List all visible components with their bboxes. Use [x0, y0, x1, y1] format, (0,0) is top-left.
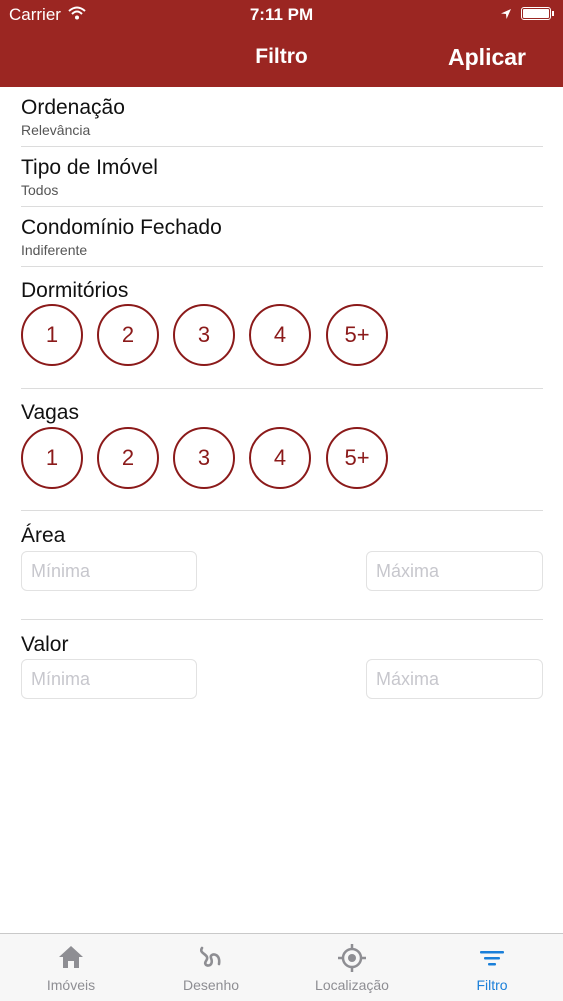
tab-label: Desenho [182, 977, 240, 993]
tab-bar: Imóveis Desenho Localização Filtro [0, 933, 563, 1001]
sort-order-label: Ordenação [21, 96, 125, 119]
status-time: 7:11 PM [249, 5, 314, 24]
divider [21, 388, 543, 389]
parking-title: Vagas [21, 401, 79, 424]
location-arrow-icon [500, 5, 512, 25]
gated-community-label: Condomínio Fechado [21, 216, 222, 239]
bedrooms-option-4[interactable]: 4 [249, 304, 311, 366]
divider [21, 619, 543, 620]
tab-filtro[interactable]: Filtro [422, 934, 562, 1001]
filter-icon [480, 951, 504, 966]
battery-icon [521, 7, 554, 20]
navigation-header: Carrier 7:11 PM Filtro Aplicar [0, 0, 563, 87]
tab-desenho[interactable]: Desenho [141, 934, 281, 1001]
apply-button[interactable]: Aplicar [448, 44, 526, 71]
area-min-input[interactable] [21, 551, 197, 591]
tab-label: Imóveis [46, 977, 96, 993]
tab-localizacao[interactable]: Localização [282, 934, 422, 1001]
price-min-input[interactable] [21, 659, 197, 699]
sort-order-row[interactable]: Ordenação Relevância [21, 96, 543, 147]
sort-order-value: Relevância [21, 122, 91, 138]
bedrooms-option-5plus[interactable]: 5+ [326, 304, 388, 366]
parking-option-1[interactable]: 1 [21, 427, 83, 489]
tab-imoveis[interactable]: Imóveis [1, 934, 141, 1001]
house-icon [59, 946, 83, 968]
divider [21, 510, 543, 511]
parking-option-2[interactable]: 2 [97, 427, 159, 489]
property-type-row[interactable]: Tipo de Imóvel Todos [21, 156, 543, 207]
bedrooms-option-3[interactable]: 3 [173, 304, 235, 366]
parking-option-4[interactable]: 4 [249, 427, 311, 489]
property-type-value: Todos [21, 182, 59, 198]
gated-community-value: Indiferente [21, 242, 88, 258]
area-title: Área [21, 524, 66, 547]
area-max-input[interactable] [366, 551, 543, 591]
tab-label: Filtro [476, 977, 508, 993]
location-target-icon [338, 944, 366, 972]
status-bar: Carrier 7:11 PM [0, 0, 563, 30]
price-max-input[interactable] [366, 659, 543, 699]
bedrooms-option-1[interactable]: 1 [21, 304, 83, 366]
squiggle-icon [199, 946, 221, 967]
parking-option-5plus[interactable]: 5+ [326, 427, 388, 489]
tab-label: Localização [315, 977, 389, 993]
parking-option-3[interactable]: 3 [173, 427, 235, 489]
price-title: Valor [21, 633, 69, 656]
gated-community-row[interactable]: Condomínio Fechado Indiferente [21, 216, 543, 267]
bedrooms-option-2[interactable]: 2 [97, 304, 159, 366]
property-type-label: Tipo de Imóvel [21, 156, 158, 179]
bedrooms-title: Dormitórios [21, 279, 129, 302]
